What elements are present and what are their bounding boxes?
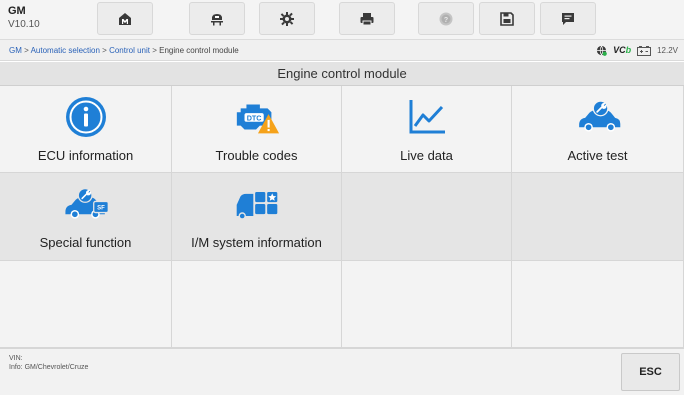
tile-empty: [172, 261, 342, 348]
tile-empty: [512, 261, 684, 348]
tile-active-test[interactable]: Active test: [512, 86, 684, 173]
breadcrumb-current: Engine control module: [159, 46, 239, 55]
tile-empty: [512, 173, 684, 261]
tile-label: Trouble codes: [215, 148, 298, 163]
tile-label: Active test: [567, 148, 628, 163]
tile-label: ECU information: [37, 148, 134, 163]
tile-trouble-codes[interactable]: DTC Trouble codes: [172, 86, 342, 173]
car-grid-star-icon: [236, 192, 277, 220]
connection-status: VCb 12.2V: [596, 40, 678, 61]
page-title: Engine control module: [0, 62, 684, 86]
breadcrumb-separator: >: [150, 46, 160, 55]
line-chart-icon: [409, 100, 445, 134]
vehicle-lift-button[interactable]: [189, 2, 245, 35]
svg-text:?: ?: [444, 17, 448, 24]
special-function-icon-text: SF: [97, 206, 105, 212]
tile-empty: [0, 261, 172, 348]
tile-live-data[interactable]: Live data: [342, 86, 512, 173]
tile-label: I/M system information: [191, 235, 322, 250]
tile-label: Special function: [39, 235, 132, 250]
breadcrumb-bar: GM > Automatic selection > Control unit …: [0, 40, 684, 61]
tile-empty: [342, 261, 512, 348]
save-icon: [500, 11, 514, 26]
dtc-icon-text: DTC: [246, 113, 261, 122]
breadcrumb-separator: >: [21, 46, 31, 55]
breadcrumb-separator: >: [99, 46, 110, 55]
help-icon: ?: [439, 12, 453, 25]
home-icon: [119, 12, 131, 25]
battery-voltage: 12.2V: [657, 46, 678, 55]
message-icon: [562, 12, 574, 25]
car-special-function-icon: SF: [64, 187, 109, 219]
message-button[interactable]: [540, 2, 596, 35]
vci-suffix: b: [625, 45, 632, 55]
tile-special-function[interactable]: SF Special function: [0, 173, 172, 261]
breadcrumb-link-control-unit[interactable]: Control unit: [109, 46, 150, 55]
tile-empty: [342, 173, 512, 261]
brand-name: GM: [8, 5, 26, 17]
vehicle-info: VIN: Info: GM/Chevrolet/Cruze: [9, 354, 88, 372]
app-version: V10.10: [8, 19, 40, 30]
battery-icon: [637, 45, 652, 56]
app-brand: GM V10.10: [8, 5, 40, 31]
print-icon: [360, 12, 374, 25]
breadcrumb: GM > Automatic selection > Control unit …: [9, 40, 239, 61]
info-icon: [65, 97, 106, 137]
home-button[interactable]: [97, 2, 153, 35]
tile-label: Live data: [400, 148, 453, 163]
breadcrumb-link-gm[interactable]: GM: [9, 46, 22, 55]
vci-status: VCb: [613, 40, 631, 61]
vehicle-lift-icon: [211, 13, 223, 25]
help-button[interactable]: ?: [418, 2, 474, 35]
car-wrench-icon: [578, 100, 620, 132]
tile-im-system-information[interactable]: I/M system information: [172, 173, 342, 261]
save-button[interactable]: [479, 2, 535, 35]
network-globe-icon: [596, 45, 607, 56]
vin-label: VIN:: [9, 355, 23, 362]
settings-gear-icon: [280, 11, 294, 26]
settings-button[interactable]: [259, 2, 315, 35]
tile-ecu-information[interactable]: ECU information: [0, 86, 172, 173]
function-grid: ECU information DTC Trouble codes Live d…: [0, 86, 684, 348]
top-toolbar: GM V10.10 ?: [0, 0, 684, 40]
esc-button[interactable]: ESC: [621, 353, 680, 391]
footer-bar: VIN: Info: GM/Chevrolet/Cruze ESC: [0, 348, 684, 395]
vci-prefix: VC: [613, 45, 626, 55]
print-button[interactable]: [339, 2, 395, 35]
dtc-engine-warning-icon: DTC: [236, 104, 279, 134]
vehicle-info-text: Info: GM/Chevrolet/Cruze: [9, 364, 89, 371]
breadcrumb-link-automatic-selection[interactable]: Automatic selection: [31, 46, 100, 55]
